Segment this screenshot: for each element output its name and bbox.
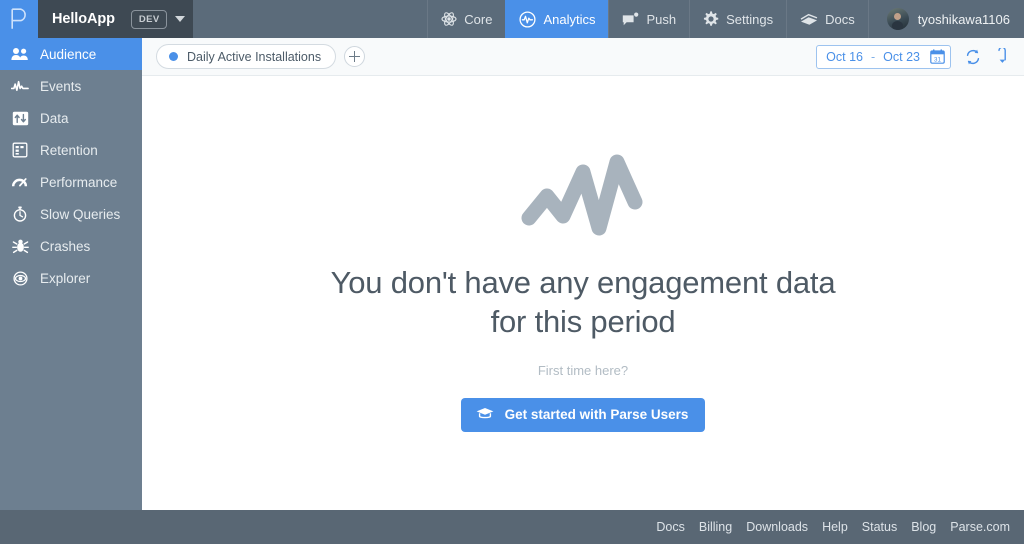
push-bubble-icon [622,12,639,27]
bug-icon [11,237,29,255]
footer: Docs Billing Downloads Help Status Blog … [0,510,1024,544]
footer-link-blog[interactable]: Blog [911,520,936,534]
app-root: HelloApp DEV Core Analytics Push Setting… [0,0,1024,544]
empty-state: You don't have any engagement data for t… [142,76,1024,510]
add-metric-button[interactable] [344,46,366,67]
audience-people-icon [11,45,29,63]
user-name: tyoshikawa1106 [917,11,1010,27]
tab-settings[interactable]: Settings [689,0,786,38]
sidebar-item-label: Crashes [40,238,91,254]
tab-analytics-label: Analytics [543,11,596,27]
eye-icon [11,269,29,287]
get-started-button-label: Get started with Parse Users [504,407,689,423]
sidebar-item-data[interactable]: Data [0,102,142,134]
footer-link-docs[interactable]: Docs [656,520,684,534]
empty-state-subtitle: First time here? [537,362,629,378]
pulse-circle-icon [519,10,537,28]
sidebar-item-slow-queries[interactable]: Slow Queries [0,198,142,230]
top-header: HelloApp DEV Core Analytics Push Setting… [0,0,1024,38]
zigzag-chart-icon [521,146,645,247]
env-badge[interactable]: DEV [130,9,167,29]
header-app-section: HelloApp DEV [0,0,193,38]
tab-core-label: Core [464,11,493,27]
empty-state-title-line2: for this period [490,304,676,340]
body-row: Audience Events Data Retention Performan… [0,38,1024,510]
get-started-button[interactable]: Get started with Parse Users [460,397,706,432]
empty-state-title-line1: You don't have any engagement data [330,265,836,300]
date-range-picker[interactable]: Oct 16 - Oct 23 31 [816,44,951,69]
sidebar-item-label: Audience [40,46,97,62]
chevron-down-icon[interactable] [174,16,185,22]
tab-push-label: Push [646,11,677,27]
sidebar-item-crashes[interactable]: Crashes [0,230,142,262]
sidebar-item-label: Events [40,78,82,94]
refresh-icon[interactable] [964,48,982,66]
app-name: HelloApp [52,11,115,27]
primary-nav: Core Analytics Push Settings Docs [427,0,869,38]
user-menu[interactable]: tyoshikawa1106 [869,0,1024,38]
analytics-toolbar: Daily Active Installations Oct 16 - Oct … [142,38,1024,76]
retention-grid-icon [11,141,29,159]
graduation-cap-icon [476,407,494,423]
gear-icon [703,11,719,27]
events-wave-icon [11,77,29,95]
book-icon [800,12,818,26]
sidebar-item-events[interactable]: Events [0,70,142,102]
atom-icon [441,11,457,27]
performance-gauge-icon [11,173,29,191]
tab-docs-label: Docs [825,11,855,27]
sidebar-item-label: Data [40,110,69,126]
sidebar-item-label: Retention [40,142,98,158]
sidebar-item-label: Slow Queries [40,206,121,222]
sidebar-item-label: Explorer [40,270,91,286]
stopwatch-icon [11,205,29,223]
svg-text:31: 31 [934,56,941,63]
footer-link-billing[interactable]: Billing [699,520,732,534]
sidebar-item-retention[interactable]: Retention [0,134,142,166]
series-color-dot [169,52,178,61]
footer-link-parse-com[interactable]: Parse.com [950,520,1010,534]
sidebar-item-audience[interactable]: Audience [0,38,142,70]
date-range-separator: - [871,49,876,64]
tab-docs[interactable]: Docs [786,0,869,38]
date-range-end: Oct 23 [883,49,920,64]
sidebar-item-performance[interactable]: Performance [0,166,142,198]
footer-link-downloads[interactable]: Downloads [746,520,808,534]
tab-core[interactable]: Core [427,0,505,38]
download-icon[interactable] [995,47,1010,66]
parse-p-logo-icon[interactable] [0,0,38,38]
sidebar-item-label: Performance [40,174,118,190]
calendar-icon[interactable]: 31 [930,49,945,64]
tab-push[interactable]: Push [608,0,689,38]
empty-state-title: You don't have any engagement data for t… [331,263,836,342]
tab-analytics[interactable]: Analytics [505,0,609,38]
metric-chip-daily-active-installations[interactable]: Daily Active Installations [156,44,337,69]
footer-link-status[interactable]: Status [862,520,897,534]
avatar [886,8,909,30]
date-range-start: Oct 16 [826,49,863,64]
sidebar-item-explorer[interactable]: Explorer [0,262,142,294]
footer-link-help[interactable]: Help [822,520,848,534]
main-panel: Daily Active Installations Oct 16 - Oct … [142,38,1024,510]
header-spacer [193,0,427,38]
data-arrows-icon [11,109,29,127]
metric-chip-label: Daily Active Installations [187,49,322,64]
sidebar: Audience Events Data Retention Performan… [0,38,142,510]
tab-settings-label: Settings [726,11,774,27]
